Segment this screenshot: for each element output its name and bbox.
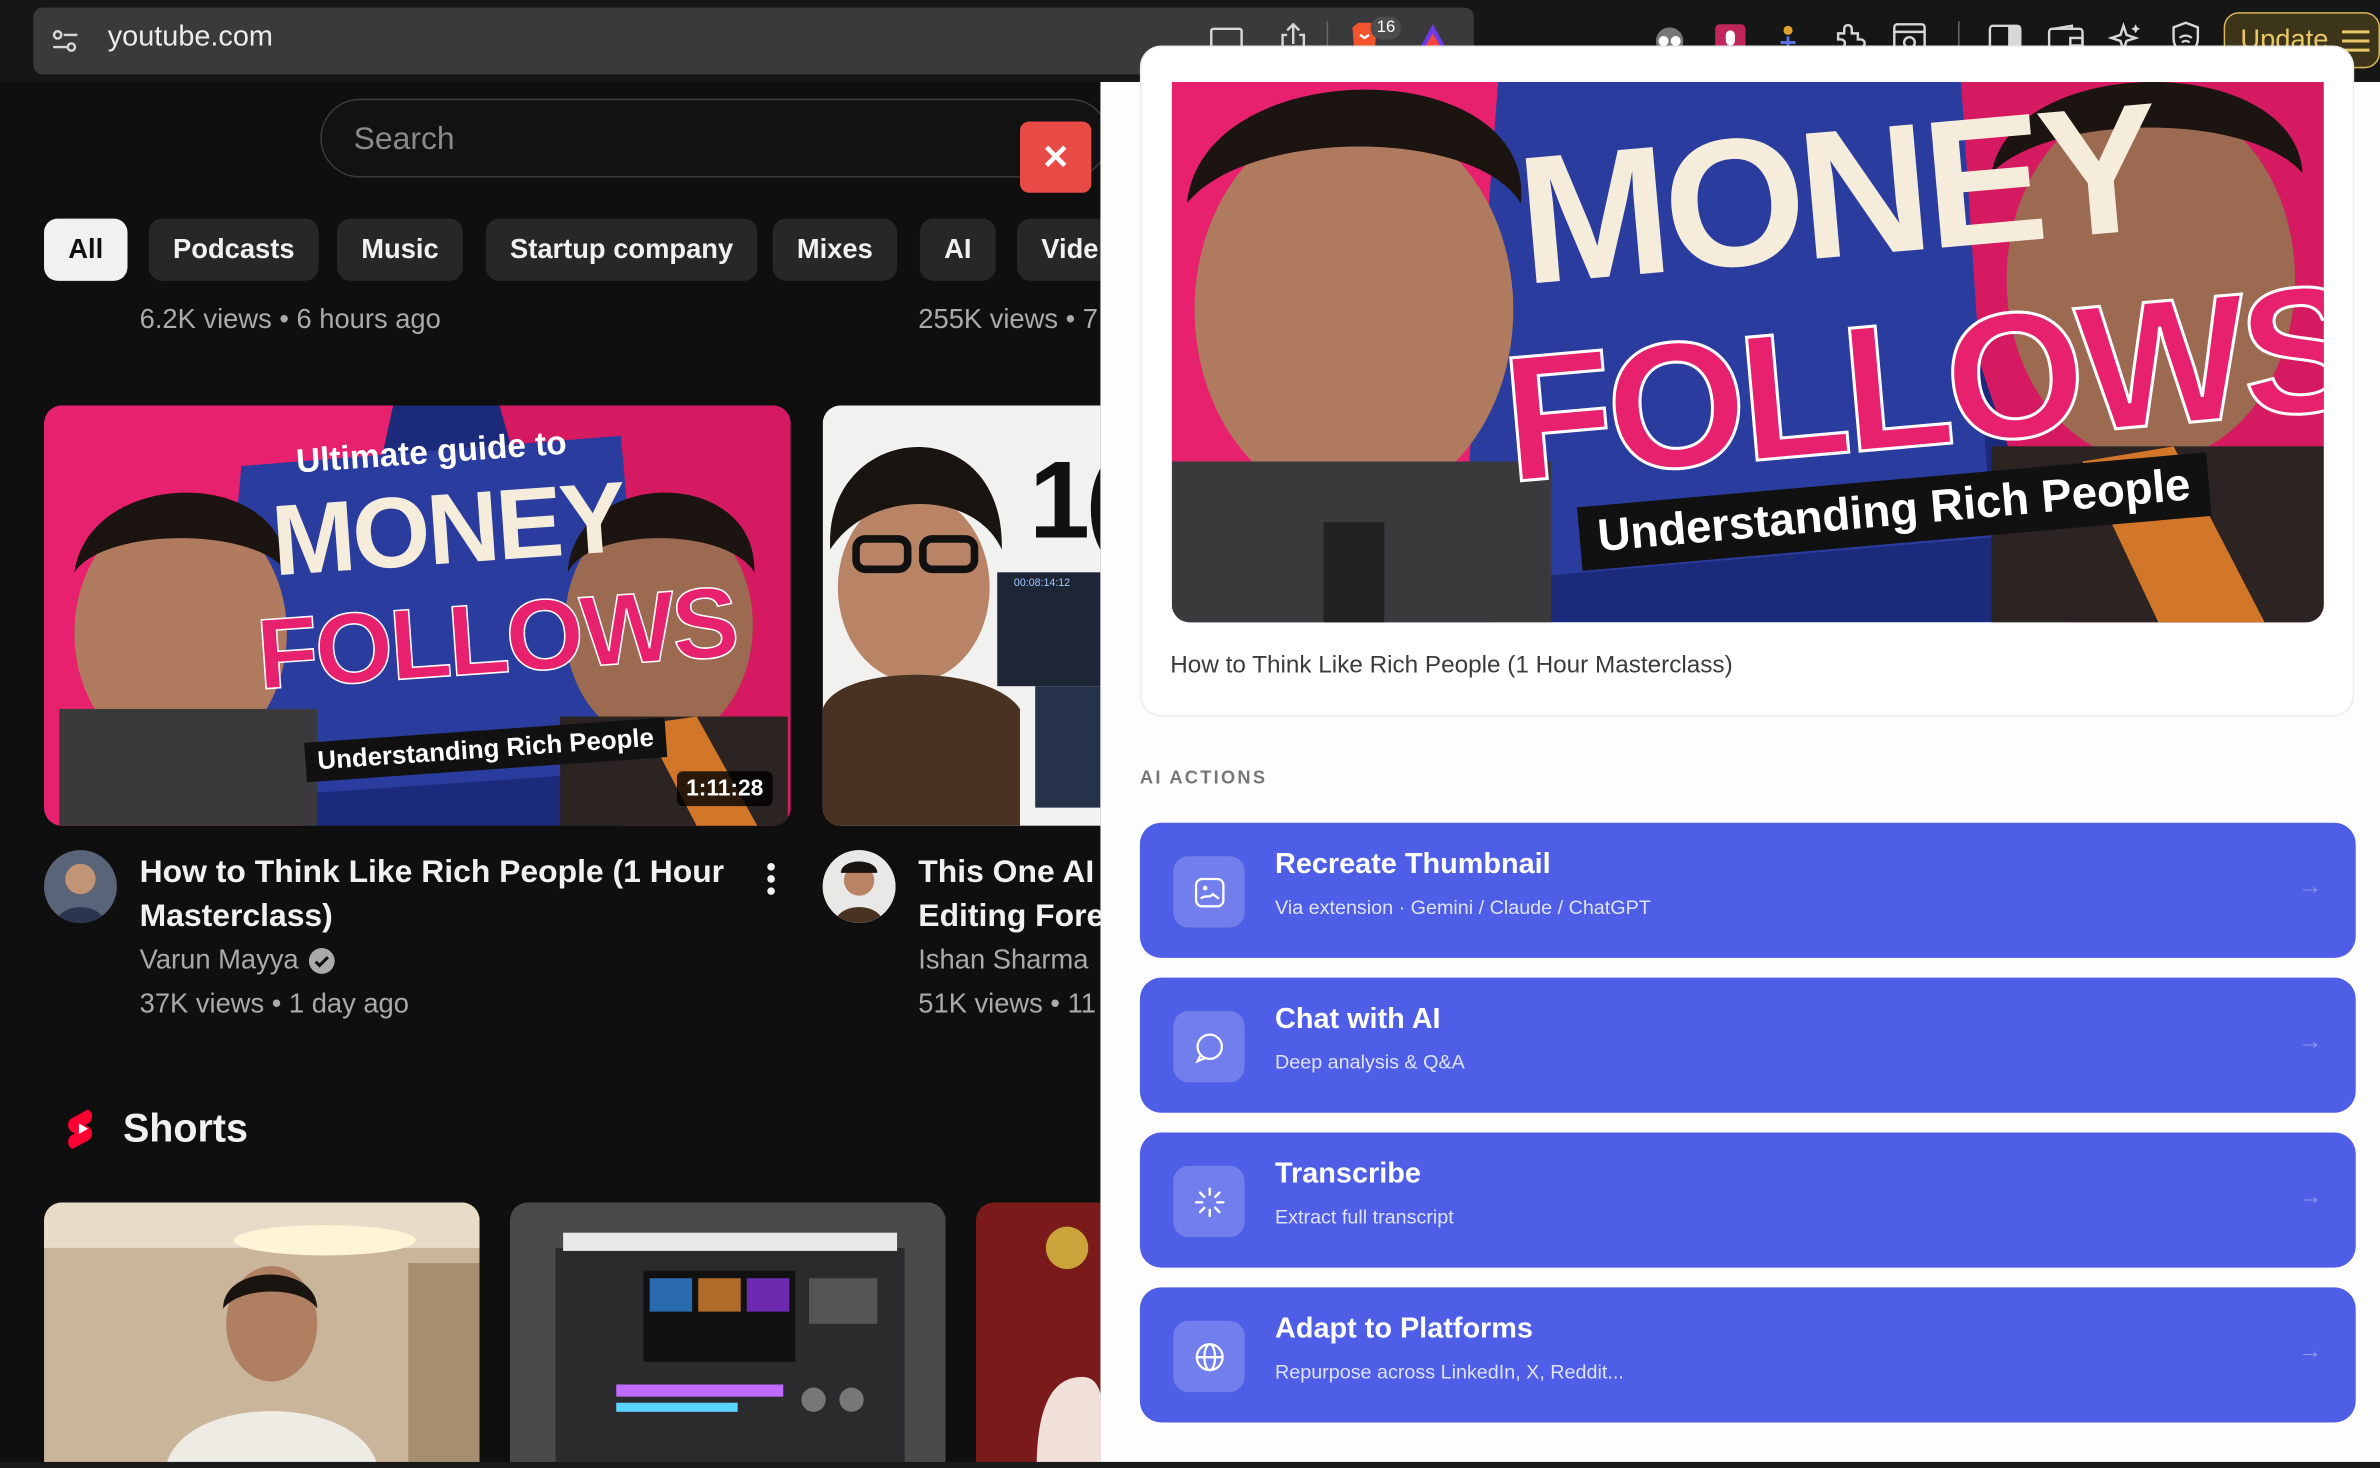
video-stats: 51K views • 11 bbox=[918, 988, 1096, 1019]
url-text[interactable]: youtube.com bbox=[108, 21, 273, 54]
globe-icon bbox=[1173, 1320, 1245, 1393]
action-title: Adapt to Platforms bbox=[1275, 1313, 1533, 1346]
prev-video-stats: 255K views • 7 bbox=[918, 303, 1098, 334]
close-icon: ✕ bbox=[1041, 137, 1070, 176]
video-title[interactable]: This One AI T Editing Forev bbox=[918, 850, 1100, 938]
arrow-right-icon: → bbox=[2298, 1338, 2323, 1365]
recreate-thumbnail-button[interactable]: Recreate Thumbnail Via extension · Gemin… bbox=[1139, 822, 2356, 958]
channel-name-text: Varun Mayya bbox=[139, 944, 299, 975]
video-thumbnail[interactable]: 1( 00:08:14:12 bbox=[822, 405, 1101, 826]
video-duration: 1:11:28 bbox=[676, 771, 773, 807]
video-title[interactable]: How to Think Like Rich People (1 Hour Ma… bbox=[140, 850, 724, 938]
shorts-heading: Shorts bbox=[122, 1105, 248, 1151]
arrow-right-icon: → bbox=[2298, 1184, 2323, 1210]
more-options-icon[interactable] bbox=[754, 858, 787, 901]
close-panel-button[interactable]: ✕ bbox=[1019, 121, 1092, 193]
transcribe-button[interactable]: Transcribe Extract full transcript → bbox=[1139, 1132, 2356, 1268]
window-bottom-edge bbox=[0, 1461, 2380, 1468]
video-title-line: Masterclass) bbox=[139, 898, 333, 934]
arrow-right-icon: → bbox=[2298, 1029, 2323, 1056]
chip-ai[interactable]: AI bbox=[919, 218, 996, 281]
preview-thumbnail: MONEY FOLLOWS Understanding Rich People bbox=[1171, 81, 2324, 623]
chip-music[interactable]: Music bbox=[336, 218, 463, 281]
action-subtitle: Repurpose across LinkedIn, X, Reddit... bbox=[1275, 1360, 1624, 1383]
preview-caption: How to Think Like Rich People (1 Hour Ma… bbox=[1170, 652, 1733, 679]
chip-all[interactable]: All bbox=[44, 218, 128, 281]
chip-mixes[interactable]: Mixes bbox=[772, 218, 898, 281]
action-title: Chat with AI bbox=[1275, 1003, 1441, 1036]
video-title-line: How to Think Like Rich People (1 Hour bbox=[139, 854, 725, 890]
prev-video-stats: 6.2K views • 6 hours ago bbox=[139, 303, 441, 334]
short-thumbnail[interactable] bbox=[975, 1202, 1101, 1468]
video-stats: 37K views • 1 day ago bbox=[139, 988, 409, 1019]
short-thumbnail[interactable] bbox=[44, 1202, 480, 1468]
video-title-line: This One AI T bbox=[918, 854, 1100, 890]
chat-icon bbox=[1173, 1011, 1245, 1083]
shorts-logo-icon bbox=[64, 1107, 103, 1153]
thumb-number: 1( bbox=[1029, 440, 1100, 562]
thumb-word-money: MONEY bbox=[268, 459, 628, 597]
search-placeholder: Search bbox=[353, 121, 455, 157]
ai-actions-heading: AI ACTIONS bbox=[1139, 766, 1268, 788]
action-title: Transcribe bbox=[1275, 1158, 1421, 1191]
arrow-right-icon: → bbox=[2298, 874, 2323, 901]
shields-count-badge: 16 bbox=[1370, 16, 1402, 40]
channel-avatar[interactable] bbox=[822, 850, 896, 924]
action-subtitle: Extract full transcript bbox=[1275, 1205, 1454, 1229]
spinner-icon bbox=[1173, 1165, 1245, 1238]
action-title: Recreate Thumbnail bbox=[1275, 848, 1551, 881]
site-settings-icon[interactable] bbox=[49, 24, 82, 57]
channel-name[interactable]: Ishan Sharma bbox=[918, 944, 1088, 976]
chat-with-ai-button[interactable]: Chat with AI Deep analysis & Q&A → bbox=[1139, 977, 2356, 1113]
channel-avatar[interactable] bbox=[44, 850, 117, 924]
chip-podcasts[interactable]: Podcasts bbox=[148, 218, 319, 281]
video-thumbnail[interactable]: Ultimate guide to MONEY FOLLOWS Understa… bbox=[44, 405, 791, 826]
adapt-to-platforms-button[interactable]: Adapt to Platforms Repurpose across Link… bbox=[1139, 1287, 2356, 1423]
short-thumbnail[interactable] bbox=[509, 1202, 946, 1468]
action-subtitle: Deep analysis & Q&A bbox=[1275, 1050, 1465, 1074]
channel-name[interactable]: Varun Mayya bbox=[140, 944, 335, 976]
image-icon bbox=[1173, 856, 1245, 928]
action-subtitle: Via extension · Gemini / Claude / ChatGP… bbox=[1275, 895, 1651, 919]
video-title-line: Editing Forev bbox=[918, 898, 1100, 934]
chip-startup-company[interactable]: Startup company bbox=[485, 218, 758, 281]
thumb-timecode: 00:08:14:12 bbox=[1013, 578, 1071, 590]
verified-icon bbox=[308, 947, 335, 974]
